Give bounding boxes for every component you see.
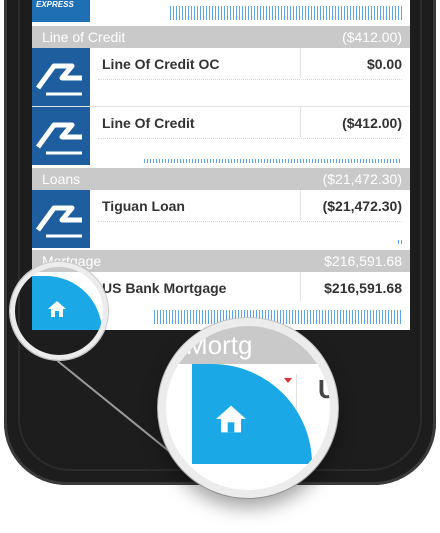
account-balance: $216,591.68 xyxy=(324,280,402,296)
bank-logo-icon xyxy=(32,48,90,106)
account-row-amex[interactable]: EXPRESS xyxy=(32,0,410,26)
amex-logo: EXPRESS xyxy=(32,0,90,22)
bank-logo-icon xyxy=(32,107,90,165)
column-divider xyxy=(300,190,301,220)
column-divider xyxy=(300,107,301,137)
balance-sparkline xyxy=(154,310,402,324)
balance-sparkline xyxy=(170,6,402,20)
account-row[interactable]: Tiguan Loan ($21,472.30) xyxy=(32,190,410,248)
home-icon xyxy=(216,405,246,433)
account-balance: ($21,472.30) xyxy=(322,198,402,214)
zoom-home-tab xyxy=(192,364,312,464)
column-divider xyxy=(300,272,301,302)
account-name: Tiguan Loan xyxy=(102,198,185,214)
account-name: Line Of Credit xyxy=(102,115,195,131)
column-divider xyxy=(300,48,301,78)
account-name: Line Of Credit OC xyxy=(102,56,220,72)
section-total: $216,591.68 xyxy=(324,253,402,269)
magnifier-zoom: Mortg U xyxy=(158,318,338,498)
account-row[interactable]: Line Of Credit ($412.00) xyxy=(32,107,410,169)
section-total: ($21,472.30) xyxy=(322,171,402,187)
row-separator xyxy=(98,138,402,140)
magnifier-ring-small xyxy=(10,262,108,360)
account-balance: $0.00 xyxy=(366,56,402,72)
row-separator xyxy=(98,79,402,81)
section-total: ($412.00) xyxy=(342,29,402,45)
section-header-loans[interactable]: Loans ($21,472.30) xyxy=(32,168,410,190)
balance-sparkline xyxy=(144,159,402,163)
zoom-section-header: Mortg xyxy=(166,326,330,364)
section-name: Loans xyxy=(42,171,81,187)
section-header-mortgage[interactable]: Mortgage $216,591.68 xyxy=(32,250,410,272)
row-separator xyxy=(98,221,402,223)
amex-logo-text: EXPRESS xyxy=(36,0,74,9)
account-name: US Bank Mortgage xyxy=(102,280,227,296)
zoom-column-divider xyxy=(296,374,297,414)
account-row[interactable]: Line Of Credit OC $0.00 xyxy=(32,48,410,106)
account-balance: ($412.00) xyxy=(342,115,402,131)
section-name: Line of Credit xyxy=(42,29,126,45)
zoom-header-text: Mortg xyxy=(186,330,253,360)
balance-sparkline xyxy=(398,240,402,244)
section-header-line-of-credit[interactable]: Line of Credit ($412.00) xyxy=(32,26,410,48)
bank-logo-icon xyxy=(32,190,90,248)
zoom-red-marker xyxy=(284,378,292,383)
